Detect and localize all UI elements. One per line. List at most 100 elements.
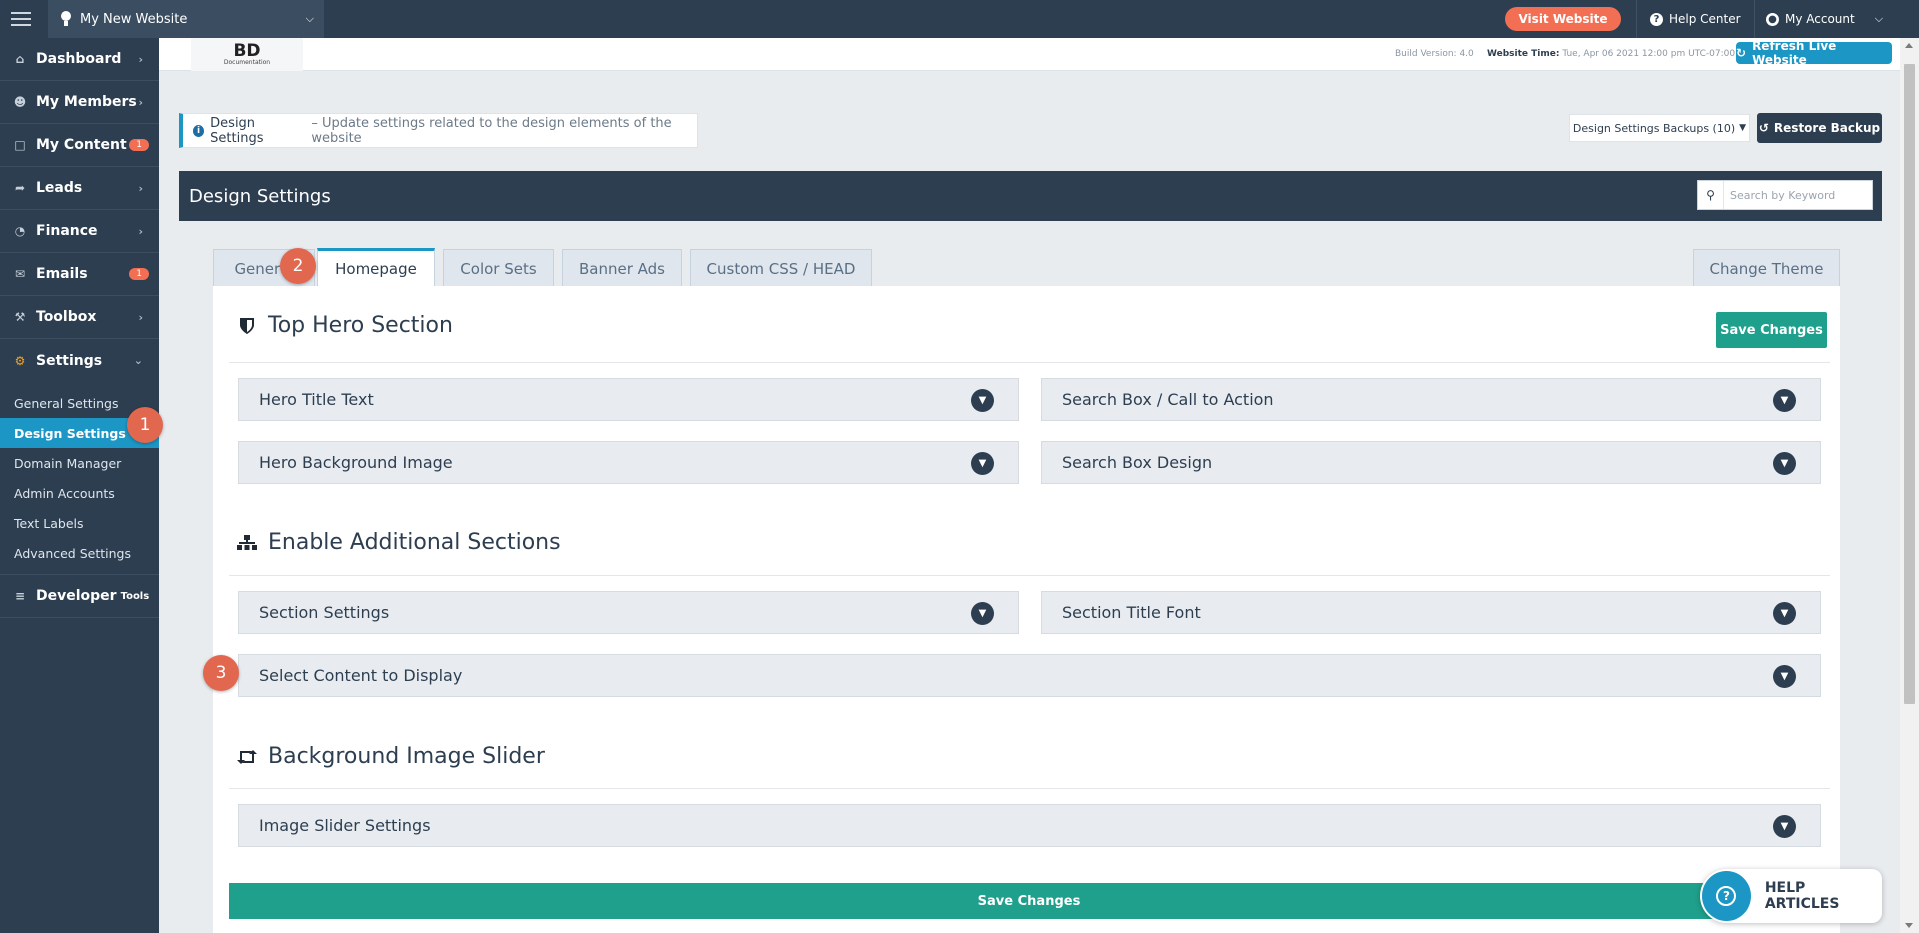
sidebar-item-settings[interactable]: ⚙ Settings ⌄ bbox=[0, 339, 159, 382]
help-articles-widget[interactable]: ? HELP ARTICLES bbox=[1700, 869, 1882, 923]
notification-badge: 1 bbox=[129, 268, 149, 280]
search-icon[interactable]: ⚲ bbox=[1698, 181, 1724, 209]
step-marker: 2 bbox=[280, 248, 316, 284]
backups-dropdown-label: Design Settings Backups (10) bbox=[1572, 121, 1736, 135]
section-title: Top Hero Section bbox=[268, 313, 453, 338]
visit-website-button[interactable]: Visit Website bbox=[1505, 7, 1621, 31]
my-account-menu[interactable]: ● My Account ⌵ bbox=[1766, 0, 1883, 38]
logo-subtext: Documentation bbox=[223, 59, 271, 66]
sidebar-item-label: Settings bbox=[36, 352, 103, 369]
chevron-down-circle-icon: ▼ bbox=[1773, 389, 1796, 412]
subnav-admin-accounts[interactable]: Admin Accounts bbox=[0, 478, 159, 508]
subnav-text-labels[interactable]: Text Labels bbox=[0, 508, 159, 538]
accordion-search-box-design[interactable]: Search Box Design ▼ bbox=[1041, 441, 1821, 484]
gear-icon: ⚙ bbox=[14, 353, 26, 368]
save-changes-button[interactable]: Save Changes bbox=[1716, 312, 1827, 348]
refresh-label: Refresh Live Website bbox=[1752, 39, 1837, 67]
accordion-section-settings[interactable]: Section Settings ▼ bbox=[238, 591, 1019, 634]
top-bar: My New Website ⌵ Visit Website ? Help Ce… bbox=[0, 0, 1919, 38]
sidebar-item-label: Developer bbox=[36, 588, 117, 604]
accordion-label: Select Content to Display bbox=[259, 666, 463, 685]
save-changes-bottom-button[interactable]: Save Changes bbox=[229, 883, 1829, 919]
tab-homepage[interactable]: Homepage bbox=[317, 248, 435, 287]
site-selector[interactable]: My New Website ⌵ bbox=[48, 0, 324, 38]
help-center-link[interactable]: ? Help Center bbox=[1650, 0, 1741, 38]
sidebar-item-dashboard[interactable]: ⌂ Dashboard › bbox=[0, 38, 159, 81]
accordion-select-content-to-display[interactable]: Select Content to Display ▼ bbox=[238, 654, 1821, 697]
inbox-icon: ✉ bbox=[14, 267, 26, 281]
sidebar-item-label: My Content bbox=[36, 137, 127, 153]
chevron-right-icon: › bbox=[138, 181, 143, 195]
chevron-right-icon: › bbox=[138, 95, 143, 109]
chevron-right-icon: › bbox=[138, 52, 143, 66]
chevron-down-icon: ⌄ bbox=[133, 354, 143, 367]
restore-backup-button[interactable]: ↺ Restore Backup bbox=[1757, 113, 1882, 143]
accordion-image-slider-settings[interactable]: Image Slider Settings ▼ bbox=[238, 804, 1821, 847]
step-marker: 1 bbox=[127, 407, 163, 443]
scroll-up-arrow-icon[interactable] bbox=[1905, 43, 1913, 48]
tab-color-sets[interactable]: Color Sets bbox=[443, 249, 554, 287]
section-heading-additional: Enable Additional Sections bbox=[236, 530, 561, 555]
sidebar-item-label: Toolbox bbox=[36, 309, 97, 325]
history-icon: ↺ bbox=[1758, 121, 1769, 135]
accordion-label: Section Title Font bbox=[1062, 603, 1201, 622]
subnav-advanced-settings[interactable]: Advanced Settings bbox=[0, 538, 159, 568]
chevron-down-circle-icon: ▼ bbox=[971, 389, 994, 412]
backups-dropdown[interactable]: Design Settings Backups (10) ▼ bbox=[1569, 114, 1750, 142]
info-icon: i bbox=[193, 124, 205, 137]
sidebar-item-my-members[interactable]: ☻ My Members › bbox=[0, 81, 159, 124]
caret-down-icon: ▼ bbox=[1739, 123, 1747, 133]
accordion-label: Search Box / Call to Action bbox=[1062, 390, 1274, 409]
sidebar-item-my-content[interactable]: □ My Content 1 bbox=[0, 124, 159, 167]
sidebar-item-leads[interactable]: ➦ Leads › bbox=[0, 167, 159, 210]
question-circle-icon: ? bbox=[1702, 871, 1751, 921]
chevron-right-icon: › bbox=[138, 224, 143, 238]
website-time-value: Tue, Apr 06 2021 12:00 pm UTC-07:00 bbox=[1562, 49, 1736, 59]
section-heading-top-hero: Top Hero Section bbox=[236, 313, 453, 338]
chevron-down-circle-icon: ▼ bbox=[971, 452, 994, 475]
sidebar-item-label: Finance bbox=[36, 223, 98, 239]
share-icon: ➦ bbox=[14, 181, 26, 195]
refresh-live-website-button[interactable]: ↻ Refresh Live Website bbox=[1736, 39, 1892, 67]
sidebar-item-label: Emails bbox=[36, 266, 88, 282]
divider bbox=[229, 575, 1830, 576]
scroll-down-arrow-icon[interactable] bbox=[1905, 923, 1913, 928]
accordion-hero-title-text[interactable]: Hero Title Text ▼ bbox=[238, 378, 1019, 421]
website-time: Website Time: Tue, Apr 06 2021 12:00 pm … bbox=[1487, 49, 1735, 59]
logo[interactable]: BD Documentation bbox=[191, 38, 303, 71]
help-center-label: Help Center bbox=[1669, 12, 1741, 26]
website-time-label: Website Time: bbox=[1487, 49, 1560, 59]
chevron-down-circle-icon: ▼ bbox=[1773, 602, 1796, 625]
notification-badge: 1 bbox=[129, 139, 149, 151]
subnav-domain-manager[interactable]: Domain Manager bbox=[0, 448, 159, 478]
menu-icon[interactable] bbox=[0, 0, 42, 38]
user-circle-icon: ● bbox=[1766, 12, 1779, 26]
header-strip: BD Documentation Build Version: 4.0 Webs… bbox=[159, 38, 1900, 71]
accordion-section-title-font[interactable]: Section Title Font ▼ bbox=[1041, 591, 1821, 634]
sidebar-item-toolbox[interactable]: ⚒ Toolbox › bbox=[0, 296, 159, 339]
sidebar-item-developer-tools[interactable]: ≡ Developer Tools bbox=[0, 575, 159, 618]
panel-title: Design Settings bbox=[189, 185, 331, 207]
sidebar-item-label: Leads bbox=[36, 180, 83, 196]
accordion-search-box-call-to-action[interactable]: Search Box / Call to Action ▼ bbox=[1041, 378, 1821, 421]
accordion-hero-background-image[interactable]: Hero Background Image ▼ bbox=[238, 441, 1019, 484]
tab-custom-css-head[interactable]: Custom CSS / HEAD bbox=[690, 249, 872, 287]
info-notice: i Design Settings – Update settings rela… bbox=[179, 113, 698, 148]
search-input[interactable] bbox=[1724, 182, 1869, 208]
build-version: Build Version: 4.0 bbox=[1395, 49, 1474, 59]
sidebar: ⌂ Dashboard › ☻ My Members › □ My Conten… bbox=[0, 38, 159, 933]
tab-banner-ads[interactable]: Banner Ads bbox=[562, 249, 682, 287]
divider bbox=[1754, 0, 1755, 38]
question-icon: ? bbox=[1650, 12, 1663, 26]
scrollbar[interactable] bbox=[1900, 38, 1919, 933]
sidebar-item-emails[interactable]: ✉ Emails 1 bbox=[0, 253, 159, 296]
sidebar-item-finance[interactable]: ◔ Finance › bbox=[0, 210, 159, 253]
chevron-down-circle-icon: ▼ bbox=[1773, 815, 1796, 838]
notice-description: – Update settings related to the design … bbox=[311, 115, 672, 146]
change-theme-button[interactable]: Change Theme bbox=[1693, 249, 1840, 287]
section-title: Enable Additional Sections bbox=[268, 530, 561, 555]
chevron-right-icon: › bbox=[138, 310, 143, 324]
pie-chart-icon: ◔ bbox=[14, 224, 26, 238]
sitemap-icon bbox=[236, 534, 258, 551]
scrollbar-thumb[interactable] bbox=[1904, 64, 1915, 704]
